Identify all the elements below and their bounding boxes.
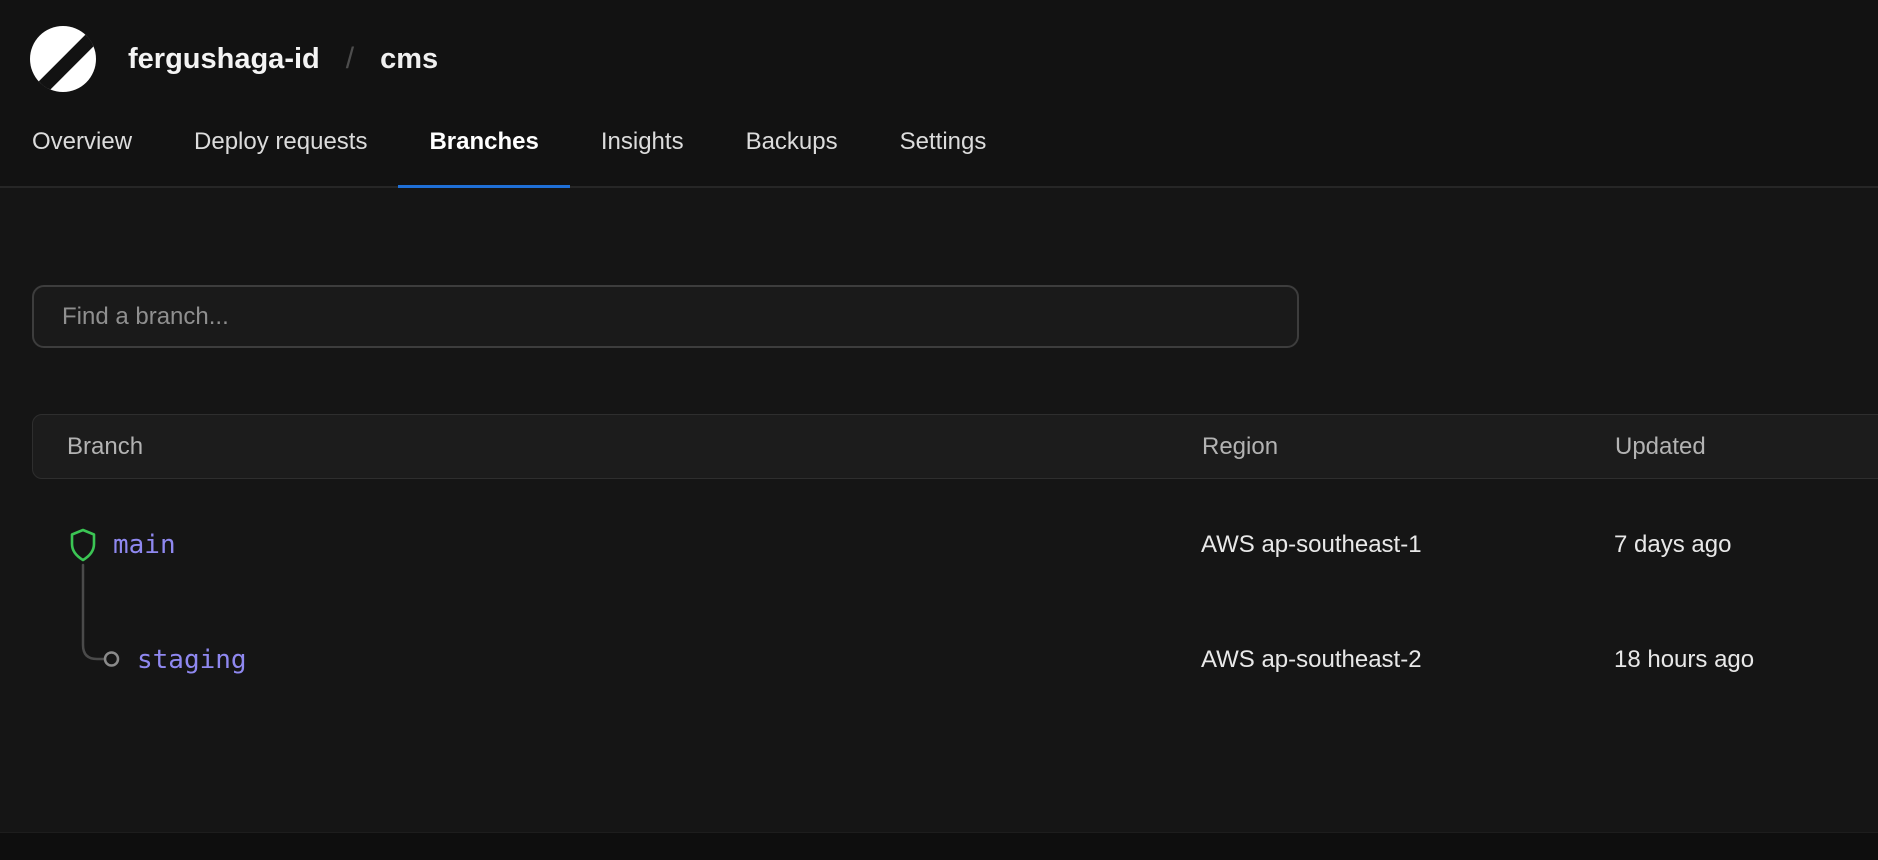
region-cell: AWS ap-southeast-2 [1201,646,1614,674]
app-root: fergushaga-id / cms Overview Deploy requ… [0,0,1878,860]
branch-link-staging[interactable]: staging [137,645,247,675]
table-row-main[interactable]: main AWS ap-southeast-1 7 days ago [32,487,1878,602]
tab-deploy-requests[interactable]: Deploy requests [163,128,398,186]
table-header-row: Branch Region Updated [32,414,1878,479]
branch-link-main[interactable]: main [113,530,176,560]
column-header-updated: Updated [1615,433,1878,461]
updated-cell: 18 hours ago [1614,646,1878,674]
logo-stripe [30,34,96,92]
branches-table: Branch Region Updated main AWS ap [32,414,1878,717]
header-top: fergushaga-id / cms [0,0,1878,92]
updated-cell: 7 days ago [1614,531,1878,559]
column-header-region: Region [1202,433,1615,461]
breadcrumb-database-link[interactable]: cms [380,43,438,76]
breadcrumb-org-link[interactable]: fergushaga-id [128,43,320,76]
breadcrumb: fergushaga-id / cms [128,42,438,76]
app-header: fergushaga-id / cms Overview Deploy requ… [0,0,1878,188]
tab-backups[interactable]: Backups [715,128,869,186]
footer-strip [0,832,1878,860]
logo-stripe [30,26,96,92]
column-header-branch: Branch [33,433,1202,461]
tab-branches[interactable]: Branches [398,128,569,186]
branch-cell: main [32,528,1201,562]
tab-bar: Overview Deploy requests Branches Insigh… [0,128,1878,188]
breadcrumb-separator: / [346,42,354,76]
planetscale-logo-icon[interactable] [30,26,96,92]
tab-overview[interactable]: Overview [1,128,163,186]
tab-settings[interactable]: Settings [869,128,1018,186]
table-body: main AWS ap-southeast-1 7 days ago stagi… [32,479,1878,717]
tab-insights[interactable]: Insights [570,128,715,186]
branch-cell: staging [32,645,1201,675]
region-cell: AWS ap-southeast-1 [1201,531,1614,559]
protected-shield-icon [70,528,96,562]
table-row-staging[interactable]: staging AWS ap-southeast-2 18 hours ago [32,602,1878,717]
branch-search-input[interactable] [32,285,1299,348]
branches-page: Branch Region Updated main AWS ap [0,285,1878,860]
